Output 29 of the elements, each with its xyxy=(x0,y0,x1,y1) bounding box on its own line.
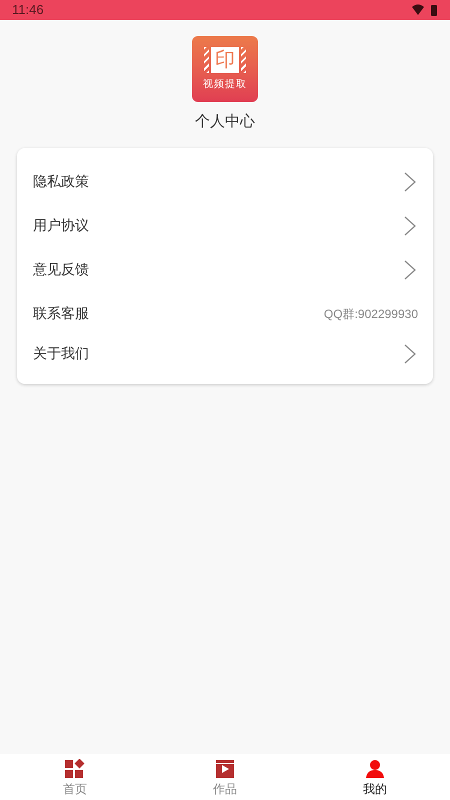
menu-label: 用户协议 xyxy=(33,216,89,235)
tab-label: 作品 xyxy=(213,781,237,798)
menu-item[interactable]: 用户协议 xyxy=(17,204,433,248)
logo-caption: 视频提取 xyxy=(203,78,247,92)
tab-label: 我的 xyxy=(363,781,387,798)
video-icon xyxy=(215,759,235,779)
status-time: 11:46 xyxy=(12,1,44,20)
menu-label: 关于我们 xyxy=(33,344,89,363)
chevron-icon xyxy=(404,344,416,364)
menu-label: 隐私政策 xyxy=(33,172,89,191)
logo-glyph: 印 xyxy=(211,46,239,72)
nav-tab[interactable]: 作品 xyxy=(150,754,300,800)
menu-label: 意见反馈 xyxy=(33,260,89,279)
menu-label: 联系客服 xyxy=(33,304,89,323)
page-title: 个人中心 xyxy=(195,112,255,132)
nav-tab[interactable]: 我的 xyxy=(300,754,450,800)
status-icons xyxy=(412,4,438,16)
nav-tab[interactable]: 首页 xyxy=(0,754,150,800)
menu-item[interactable]: 意见反馈 xyxy=(17,248,433,292)
tab-label: 首页 xyxy=(63,781,87,798)
menu-item[interactable]: 联系客服 QQ群:902299930 xyxy=(17,292,433,336)
menu-item[interactable]: 隐私政策 xyxy=(17,160,433,204)
menu-item[interactable]: 关于我们 xyxy=(17,336,433,372)
grid-icon xyxy=(65,759,85,779)
chevron-icon xyxy=(404,260,416,280)
person-icon xyxy=(365,759,385,779)
chevron-icon xyxy=(404,172,416,192)
chevron-icon xyxy=(404,216,416,236)
qq-group-number: QQ群:902299930 xyxy=(324,306,418,322)
